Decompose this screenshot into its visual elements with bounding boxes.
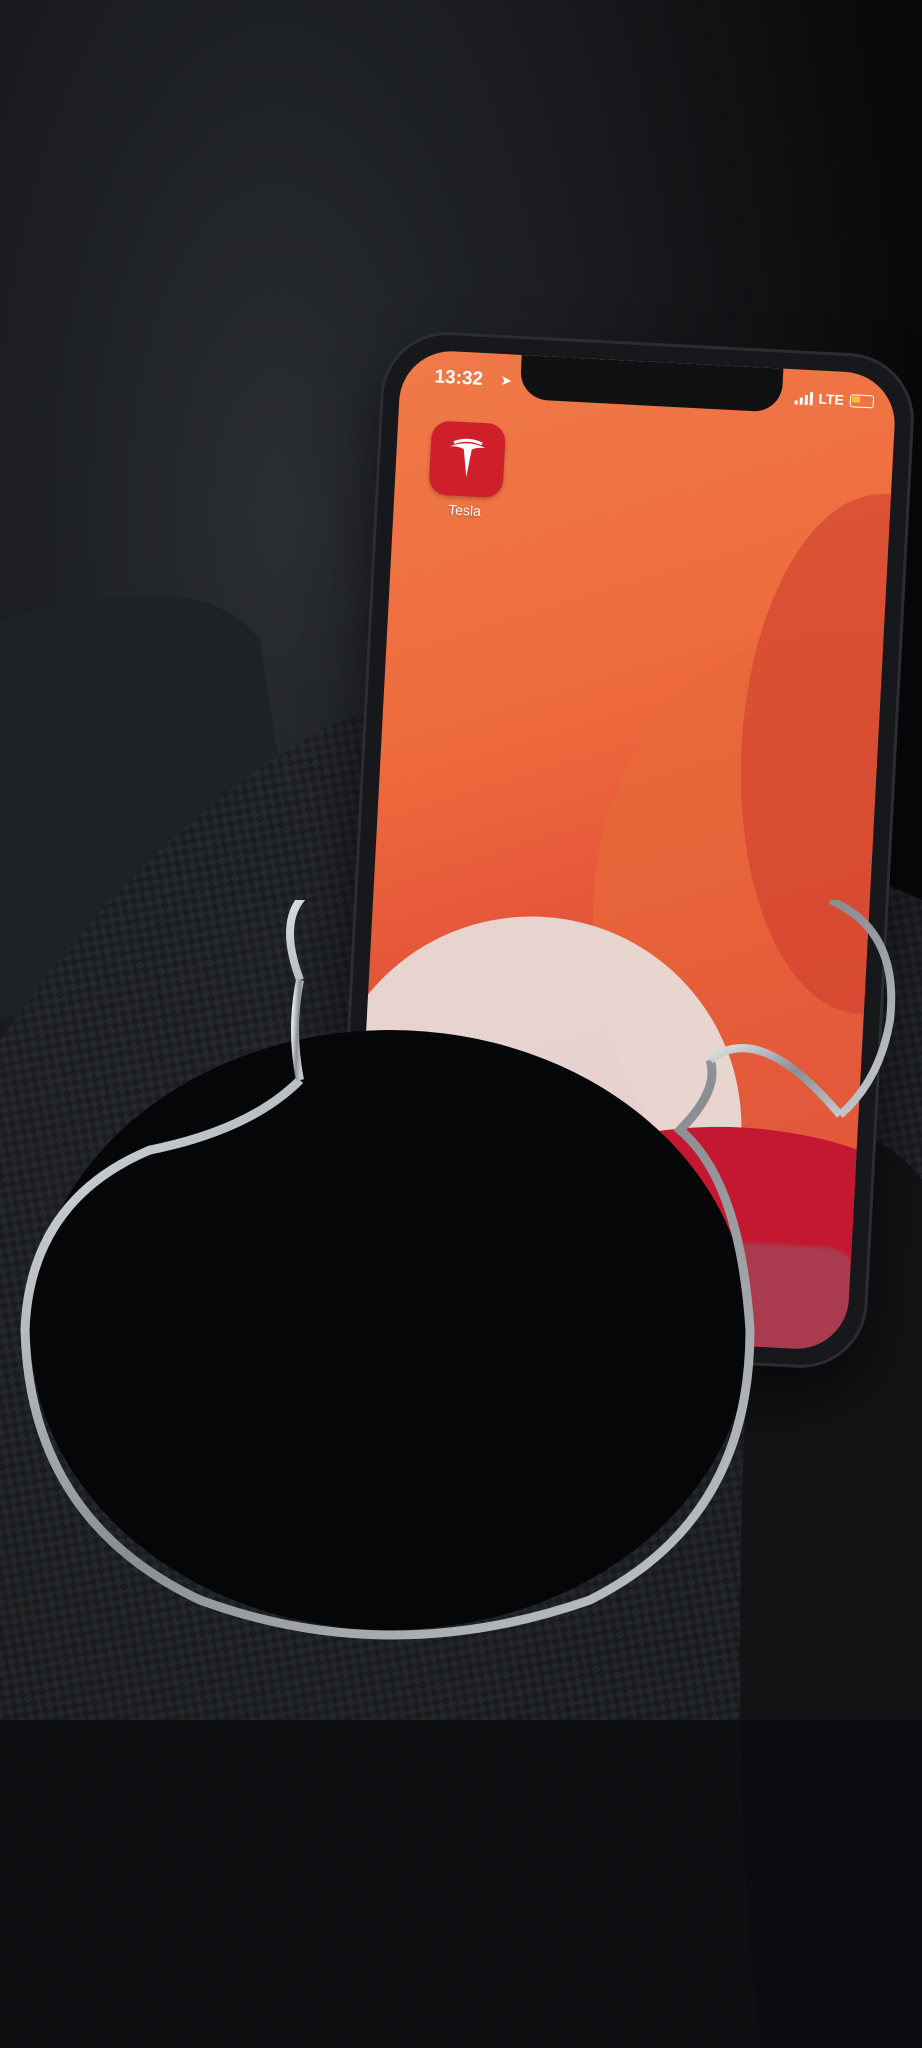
phone-icon[interactable] [381, 1241, 462, 1321]
smartphone: 13:32 ➤ LTE Tesla [333, 331, 915, 1369]
battery-icon [849, 393, 875, 408]
safari-icon[interactable] [483, 1246, 563, 1327]
status-time: 13:32 [433, 366, 484, 390]
page-dot [571, 1198, 580, 1208]
messages-icon[interactable] [584, 1251, 665, 1332]
page-dot [539, 1197, 548, 1206]
page-dot-active [587, 1199, 596, 1208]
network-type: LTE [818, 390, 845, 408]
phone-screen: 13:32 ➤ LTE Tesla [350, 348, 898, 1352]
location-arrow-icon: ➤ [500, 371, 513, 389]
mail-icon[interactable] [686, 1257, 731, 1336]
tesla-logo-icon [428, 420, 507, 499]
app-label: Tesla [447, 501, 482, 520]
signal-strength-icon [794, 391, 813, 405]
status-indicators: LTE [794, 389, 875, 409]
page-dot [555, 1197, 564, 1207]
car-console-scene: 13:32 ➤ LTE Tesla [0, 0, 922, 2048]
app-icon-tesla[interactable]: Tesla [425, 420, 508, 520]
